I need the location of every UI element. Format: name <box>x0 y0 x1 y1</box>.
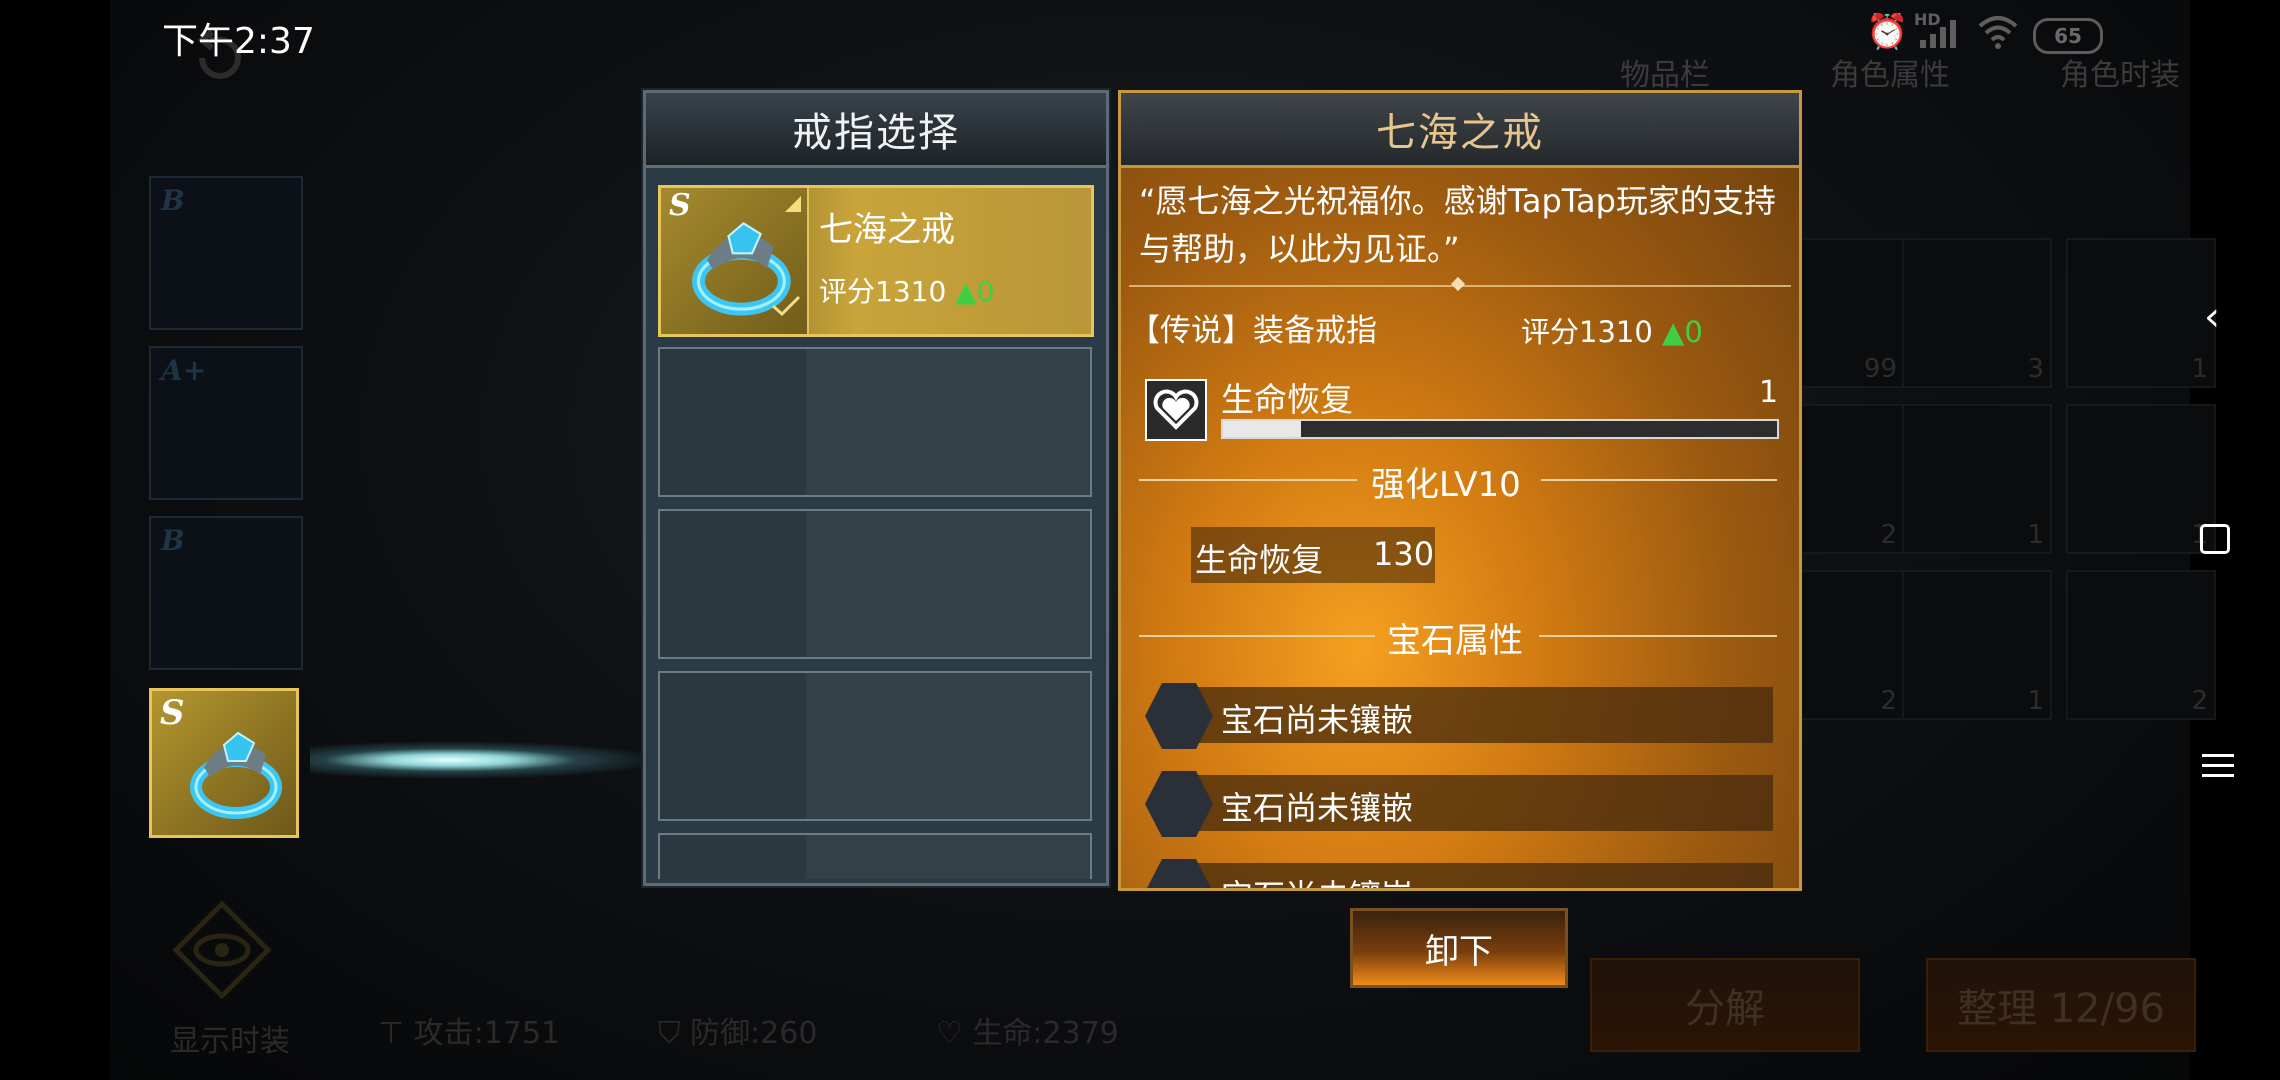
heart-icon: ♡ <box>936 1016 973 1051</box>
strength-stat-value: 130 <box>1373 535 1435 573</box>
attack-stat: ⊤ 攻击:1751 <box>378 1016 561 1051</box>
shield-icon: ⛉ <box>658 1016 691 1051</box>
alarm-icon: ⏰ <box>1866 12 1909 52</box>
status-time: 下午2:37 <box>162 21 315 62</box>
equip-slot[interactable]: B <box>149 176 303 330</box>
tab-inventory[interactable]: 物品栏 <box>1620 50 1710 94</box>
strength-stat-name: 生命恢复 <box>1195 541 1324 579</box>
detail-score: 评分1310 ▲0 <box>1521 315 1703 349</box>
heart-icon <box>1145 379 1207 441</box>
nav-menu-icon[interactable] <box>2202 752 2234 784</box>
ring-list-item-empty[interactable] <box>658 671 1092 821</box>
checkmark-icon <box>771 294 801 322</box>
inventory-cell[interactable]: 1 <box>2066 404 2216 554</box>
wifi-icon <box>1976 14 2020 54</box>
ring-flavor-quote: “愿七海之光祝福你。感谢TapTap玩家的支持与帮助，以此为见证。” <box>1139 182 1776 268</box>
tab-character-attributes[interactable]: 角色属性 <box>1830 50 1950 94</box>
ring-thumbnail: S <box>661 188 809 334</box>
main-stat-bar-fill <box>1223 421 1301 437</box>
ring-list-item-empty[interactable] <box>658 833 1092 879</box>
equipped-ring-slot[interactable]: S <box>149 688 299 838</box>
main-stat-name: 生命恢复 <box>1221 380 1353 419</box>
nav-home-icon[interactable] <box>2200 524 2230 554</box>
decompose-button[interactable]: 分解 <box>1590 958 1860 1052</box>
gem-attributes-title: 宝石属性 <box>1387 621 1523 661</box>
inventory-cell[interactable]: 1 <box>2066 238 2216 388</box>
arrange-button[interactable]: 整理 12/96 <box>1926 958 2196 1052</box>
tab-character-fashion[interactable]: 角色时装 <box>2060 50 2180 94</box>
equip-slot[interactable]: A+ <box>149 346 303 500</box>
ring-name: 七海之戒 <box>819 210 955 250</box>
ring-detail-panel: 七海之戒 “愿七海之光祝福你。感谢TapTap玩家的支持与帮助，以此为见证。” … <box>1118 90 1802 891</box>
signal-icon <box>1918 18 1958 54</box>
ring-score: 评分1310 ▲0 <box>819 275 995 308</box>
score-delta: ▲0 <box>1662 315 1703 349</box>
gem-slot[interactable]: 宝石尚未镶嵌 <box>1145 683 1775 749</box>
strength-stat: 生命恢复 130 <box>1191 527 1435 583</box>
ring-panel-title: 戒指选择 <box>646 93 1106 168</box>
divider <box>1541 479 1777 481</box>
divider <box>1139 479 1357 481</box>
gem-slot[interactable]: 宝石尚未镶嵌 <box>1145 859 1775 888</box>
ring-icon <box>176 715 286 829</box>
equip-slot[interactable]: B <box>149 516 303 670</box>
rarity-type-label: 【传说】装备戒指 <box>1129 313 1377 349</box>
nav-back-icon[interactable]: ‹ <box>2204 294 2220 340</box>
inventory-cell[interactable]: 1 <box>1902 570 2052 720</box>
divider-diamond <box>1450 276 1466 292</box>
ring-list-item-selected[interactable]: S 七海之戒 评分1310 ▲0 <box>658 185 1094 337</box>
defense-stat: ⛉ 防御:260 <box>658 1016 818 1051</box>
show-fashion-label: 显示时装 <box>170 1024 290 1059</box>
inventory-cell[interactable]: 2 <box>2066 570 2216 720</box>
unequip-button[interactable]: 卸下 <box>1350 908 1568 988</box>
divider <box>1139 635 1375 637</box>
gem-slot[interactable]: 宝石尚未镶嵌 <box>1145 771 1775 837</box>
main-stat-value: 1 <box>1759 375 1779 410</box>
score-delta: ▲0 <box>955 275 995 308</box>
battery-icon: 65 <box>2033 18 2103 54</box>
main-stat-bar <box>1221 419 1779 439</box>
selection-beam <box>310 680 660 840</box>
inventory-cell[interactable]: 3 <box>1902 238 2052 388</box>
eye-icon[interactable] <box>172 900 272 1000</box>
ring-list-item-empty[interactable] <box>658 509 1092 659</box>
ring-select-panel: 戒指选择 S 七海之戒 评分1310 ▲0 <box>643 90 1109 886</box>
life-stat: ♡ 生命:2379 <box>936 1016 1119 1051</box>
sword-icon: ⊤ <box>378 1016 414 1051</box>
divider <box>1539 635 1777 637</box>
ring-list-item-empty[interactable] <box>658 347 1092 497</box>
strength-level-title: 强化LV10 <box>1371 465 1521 505</box>
detail-title: 七海之戒 <box>1121 93 1799 168</box>
inventory-cell[interactable]: 1 <box>1902 404 2052 554</box>
